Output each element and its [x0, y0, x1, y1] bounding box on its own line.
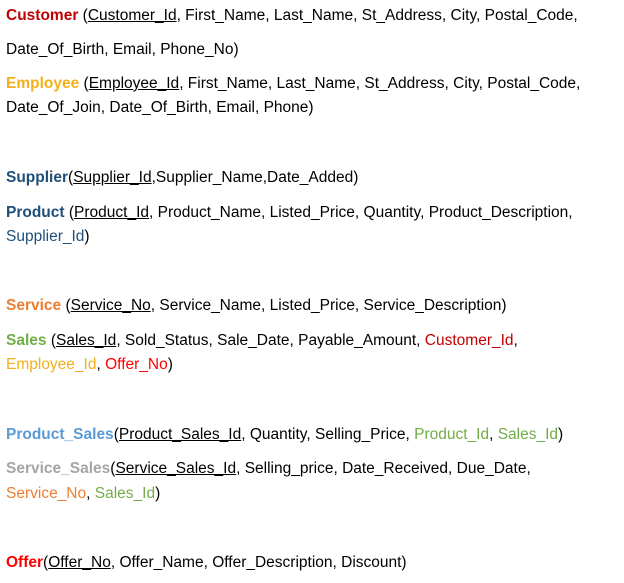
close-paren: ) — [558, 426, 564, 443]
product-table-name: Product — [6, 204, 65, 221]
product-foreign-key-supplier: Supplier_Id — [6, 228, 85, 245]
offer-line: Offer(Offer_No, Offer_Name, Offer_Descri… — [6, 553, 407, 573]
product-attributes: , Product_Name, Listed_Price, Quantity, … — [149, 204, 573, 221]
sales-attributes: , Sold_Status, Sale_Date, Payable_Amount… — [116, 332, 425, 349]
employee-line-1: Employee (Employee_Id, First_Name, Last_… — [6, 74, 580, 94]
service-table-name: Service — [6, 297, 62, 314]
service-sales-attributes: , Selling_price, Date_Received, Due_Date… — [236, 460, 531, 477]
supplier-attributes: ,Supplier_Name,Date_Added) — [151, 169, 359, 186]
customer-primary-key: Customer_Id — [87, 7, 177, 24]
comma: , — [489, 426, 498, 443]
customer-attributes-cont: Date_Of_Birth, Email, Phone_No) — [6, 41, 239, 58]
service-sales-foreign-key-service: Service_No — [6, 485, 87, 502]
service-primary-key: Service_No — [70, 297, 151, 314]
close-paren: ) — [155, 485, 161, 502]
comma: , — [513, 332, 518, 349]
sales-line-1: Sales (Sales_Id, Sold_Status, Sale_Date,… — [6, 331, 518, 351]
customer-line-2: Date_Of_Birth, Email, Phone_No) — [6, 40, 239, 60]
service-sales-primary-key: Service_Sales_Id — [115, 460, 237, 477]
open-paren: ( — [61, 297, 71, 314]
supplier-line: Supplier(Supplier_Id,Supplier_Name,Date_… — [6, 168, 358, 188]
service-sales-line-2: Service_No, Sales_Id) — [6, 484, 160, 504]
close-paren: ) — [84, 228, 90, 245]
offer-primary-key: Offer_No — [48, 554, 111, 571]
service-sales-table-name: Service_Sales — [6, 460, 111, 477]
customer-line-1: Customer (Customer_Id, First_Name, Last_… — [6, 6, 578, 26]
open-paren: ( — [64, 204, 75, 221]
service-attributes: , Service_Name, Listed_Price, Service_De… — [150, 297, 507, 314]
sales-foreign-key-offer: Offer_No — [105, 356, 168, 373]
service-sales-foreign-key-sales: Sales_Id — [94, 485, 156, 502]
product-line-2: Supplier_Id) — [6, 227, 90, 247]
product-sales-table-name: Product_Sales — [6, 426, 114, 443]
employee-primary-key: Employee_Id — [88, 75, 180, 92]
open-paren: ( — [46, 332, 56, 349]
service-line: Service (Service_No, Service_Name, Liste… — [6, 296, 507, 316]
product-sales-attributes: , Quantity, Selling_Price, — [241, 426, 415, 443]
employee-table-name: Employee — [6, 75, 80, 92]
service-sales-line-1: Service_Sales(Service_Sales_Id, Selling_… — [6, 459, 531, 479]
offer-attributes: , Offer_Name, Offer_Description, Discoun… — [110, 554, 407, 571]
customer-attributes: , First_Name, Last_Name, St_Address, Cit… — [176, 7, 578, 24]
employee-line-2: Date_Of_Join, Date_Of_Birth, Email, Phon… — [6, 98, 314, 118]
comma: , — [96, 356, 106, 373]
sales-foreign-key-employee: Employee_Id — [6, 356, 97, 373]
sales-line-2: Employee_Id, Offer_No) — [6, 355, 173, 375]
product-sales-line: Product_Sales(Product_Sales_Id, Quantity… — [6, 425, 563, 445]
close-paren: ) — [167, 356, 173, 373]
supplier-primary-key: Supplier_Id — [73, 169, 152, 186]
product-primary-key: Product_Id — [74, 204, 149, 221]
customer-table-name: Customer — [6, 7, 79, 24]
product-sales-foreign-key-product: Product_Id — [414, 426, 490, 443]
sales-table-name: Sales — [6, 332, 47, 349]
sales-primary-key: Sales_Id — [55, 332, 117, 349]
offer-table-name: Offer — [6, 554, 44, 571]
sales-foreign-key-customer: Customer_Id — [424, 332, 514, 349]
open-paren: ( — [78, 7, 88, 24]
product-line-1: Product (Product_Id, Product_Name, Liste… — [6, 203, 573, 223]
product-sales-foreign-key-sales: Sales_Id — [497, 426, 559, 443]
comma: , — [86, 485, 95, 502]
open-paren: ( — [79, 75, 89, 92]
product-sales-primary-key: Product_Sales_Id — [118, 426, 242, 443]
employee-attributes-cont: Date_Of_Join, Date_Of_Birth, Email, Phon… — [6, 99, 314, 116]
supplier-table-name: Supplier — [6, 169, 69, 186]
employee-attributes: , First_Name, Last_Name, St_Address, Cit… — [179, 75, 581, 92]
